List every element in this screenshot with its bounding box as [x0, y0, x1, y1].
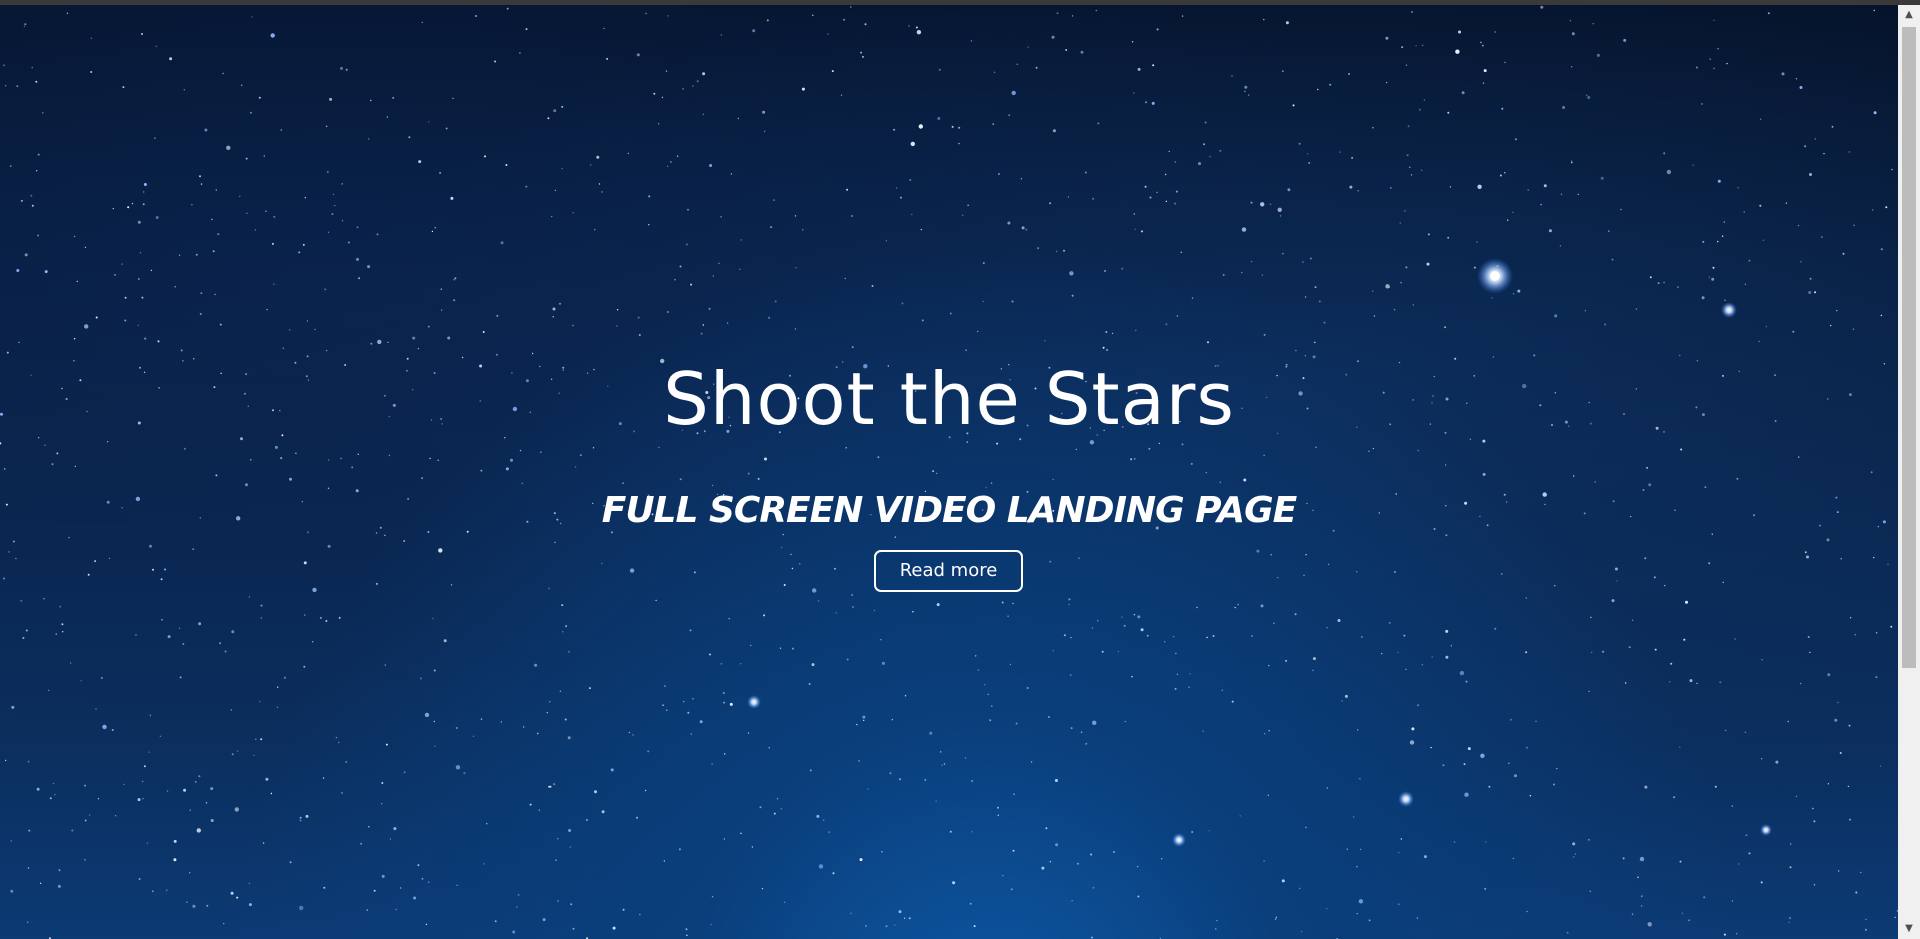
hero-title: Shoot the Stars: [663, 357, 1235, 441]
hero-subtitle: FULL SCREEN VIDEO LANDING PAGE: [601, 490, 1298, 531]
chevron-up-icon[interactable]: ▲: [1898, 5, 1920, 25]
read-more-button[interactable]: Read more: [874, 550, 1023, 592]
browser-top-edge: [0, 0, 1920, 5]
chevron-down-icon[interactable]: ▼: [1898, 919, 1920, 939]
scrollbar-thumb[interactable]: [1902, 27, 1916, 668]
vertical-scrollbar[interactable]: ▲ ▼: [1898, 5, 1920, 939]
hero-video-background: Shoot the Stars FULL SCREEN VIDEO LANDIN…: [0, 5, 1898, 939]
hero-section: Shoot the Stars FULL SCREEN VIDEO LANDIN…: [0, 5, 1898, 939]
